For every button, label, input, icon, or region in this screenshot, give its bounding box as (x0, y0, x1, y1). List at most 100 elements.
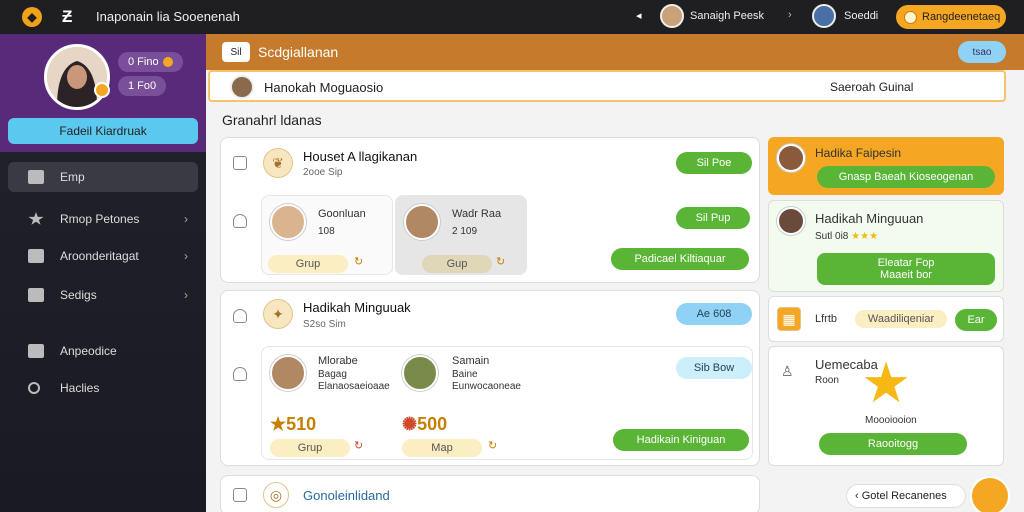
card-subtitle: S2so Sim (303, 319, 346, 330)
header-button[interactable]: tsao (958, 41, 1006, 63)
card-title: Hadikah Minguuak (303, 300, 411, 315)
leader-name: Hadika Faipesin (815, 146, 902, 160)
user-name[interactable]: Sanaigh Peesk (690, 10, 764, 22)
avatar (404, 204, 440, 240)
sidebar-item-label: Anpeodice (60, 344, 117, 358)
person-name: Wadr Raa (452, 208, 502, 220)
green-button[interactable]: Sil Poe (676, 152, 752, 174)
star-icon: ✺ (402, 414, 418, 434)
chip-button[interactable]: ‹ Gotel Recanenes (846, 484, 966, 508)
home-icon (28, 170, 44, 184)
person-name: Goonluan (318, 208, 366, 220)
lock-icon (233, 214, 247, 228)
green-button[interactable]: Ear (955, 309, 997, 331)
user-avatar-2[interactable] (812, 4, 836, 28)
status-badge (94, 82, 110, 98)
green-button[interactable]: Raooitogg (819, 433, 967, 455)
tag[interactable]: Grup (268, 255, 348, 273)
settings-icon (28, 288, 44, 302)
app-logo-icon[interactable]: ◆ (22, 7, 42, 27)
green-button[interactable]: Hadikain Kiniguan (613, 429, 749, 451)
main-content: Sil Scdgiallanan tsao Hanokah Moguaosio … (206, 34, 1024, 512)
emblem-icon: ◎ (263, 482, 289, 508)
person-detail: Bagag (318, 369, 347, 380)
green-button[interactable]: Eleatar Fop Maaeit bor (817, 253, 995, 285)
person-detail: Eunwocaoneae (452, 381, 521, 392)
chevron-right-icon: › (184, 249, 188, 263)
search-row[interactable]: Hanokah Moguaosio Saeroah Guinal (208, 70, 1006, 102)
avatar (270, 355, 306, 391)
row-text: Lfrtb (815, 313, 838, 325)
person-name: Samain (452, 355, 490, 367)
user-avatar[interactable] (660, 4, 684, 28)
lock-icon (233, 367, 247, 381)
stat-pill-2: 1 Fo0 (118, 76, 167, 96)
coin-icon (162, 57, 173, 67)
checkbox[interactable] (233, 488, 247, 502)
page-title: Scdgiallanan (258, 44, 339, 60)
refresh-icon[interactable]: ↻ (354, 255, 363, 268)
green-button[interactable]: Sil Pup (676, 207, 750, 229)
rating-icon: ★★★ (851, 231, 879, 242)
chevron-right-icon[interactable]: › (788, 9, 792, 21)
refresh-icon[interactable]: ↻ (354, 439, 363, 452)
member-card: Hadikah Minguuan Sutl 0i8 ★★★ Eleatar Fo… (768, 200, 1004, 292)
avatar (270, 204, 306, 240)
profile-name-button[interactable]: Fadeil Kiardruak (8, 118, 198, 144)
avatar (777, 144, 805, 172)
sidebar-item-settings[interactable]: Sedigs › (8, 280, 198, 310)
refresh-icon[interactable]: ↻ (496, 255, 505, 268)
group-card: ❦ Houset A llagikanan 2ooe Sip Sil Poe G… (220, 137, 760, 283)
member-sub-label: Sutl 0i8 (815, 231, 849, 242)
sidebar-item-home[interactable]: Emp (8, 162, 198, 192)
header-icon[interactable]: Sil (222, 42, 250, 62)
avatar (777, 207, 805, 235)
sidebar-item-label: Rmop Petones (60, 212, 140, 226)
avatar (402, 355, 438, 391)
emblem-icon: ❦ (263, 148, 293, 178)
action-button[interactable]: Rangdeenetaeq (896, 5, 1006, 29)
tag[interactable]: Grup (270, 439, 350, 457)
page-header: Sil Scdgiallanan tsao (206, 34, 1024, 70)
blue-button[interactable]: Ae 608 (676, 303, 752, 325)
stat-pill-1: 0 Fino (118, 52, 183, 72)
action-button-label: Rangdeenetaeq (922, 11, 1001, 23)
search-avatar (230, 75, 254, 99)
person-name: Mlorabe (318, 355, 358, 367)
sidebar-item-management[interactable]: Aroonderitagat › (8, 241, 198, 271)
search-icon (28, 382, 40, 394)
tag[interactable]: Waadiliqeniar (855, 310, 947, 328)
emblem-icon: ✦ (263, 299, 293, 329)
sidebar-item-appearance[interactable]: Anpeodice (8, 336, 198, 366)
person-card[interactable]: Wadr Raa 2 109 Gup ↻ (395, 195, 527, 275)
blue-button[interactable]: Sib Bow (676, 357, 752, 379)
sidebar-item-label: Sedigs (60, 288, 97, 302)
lock-icon (233, 309, 247, 323)
star-icon (28, 212, 44, 225)
action-row: ▦ Lfrtb Waadiliqeniar Ear (768, 296, 1004, 342)
sidebar-item-profiles[interactable]: Rmop Petones › (8, 204, 198, 234)
refresh-icon[interactable]: ↻ (488, 439, 497, 452)
points-value: 510 (286, 414, 317, 434)
brand-mark-icon: Ƶ (62, 7, 73, 26)
leader-card: Hadika Faipesin Gnasp Baeah Kioseogenan (768, 137, 1004, 195)
checkbox[interactable] (233, 156, 247, 170)
sidebar-item-search[interactable]: Haclies (8, 373, 198, 403)
tag[interactable]: Map (402, 439, 482, 457)
sidebar: 0 Fino 1 Fo0 Fadeil Kiardruak Emp Rmop P… (0, 34, 206, 512)
profile-avatar[interactable] (44, 44, 110, 110)
app-title: Inaponain lia Sooenenah (96, 9, 240, 24)
button-line: Eleatar Fop (877, 257, 935, 269)
floating-action-button[interactable] (970, 476, 1010, 512)
grid-icon[interactable]: ▦ (777, 307, 801, 331)
search-input[interactable]: Saeroah Guinal (830, 80, 913, 94)
tag[interactable]: Gup (422, 255, 492, 273)
green-button[interactable]: Padicael Kiltiaquar (611, 248, 749, 270)
person-card[interactable]: Goonluan 108 Grup ↻ (261, 195, 393, 275)
green-button[interactable]: Gnasp Baeah Kioseogenan (817, 166, 995, 188)
user-name-2[interactable]: Soeddi (844, 10, 878, 22)
chevron-right-icon: › (184, 288, 188, 302)
stat-pill-1-label: 0 Fino (128, 56, 159, 68)
prev-icon[interactable]: ◂ (636, 9, 642, 22)
card-title: Gonoleinlidand (303, 488, 390, 503)
